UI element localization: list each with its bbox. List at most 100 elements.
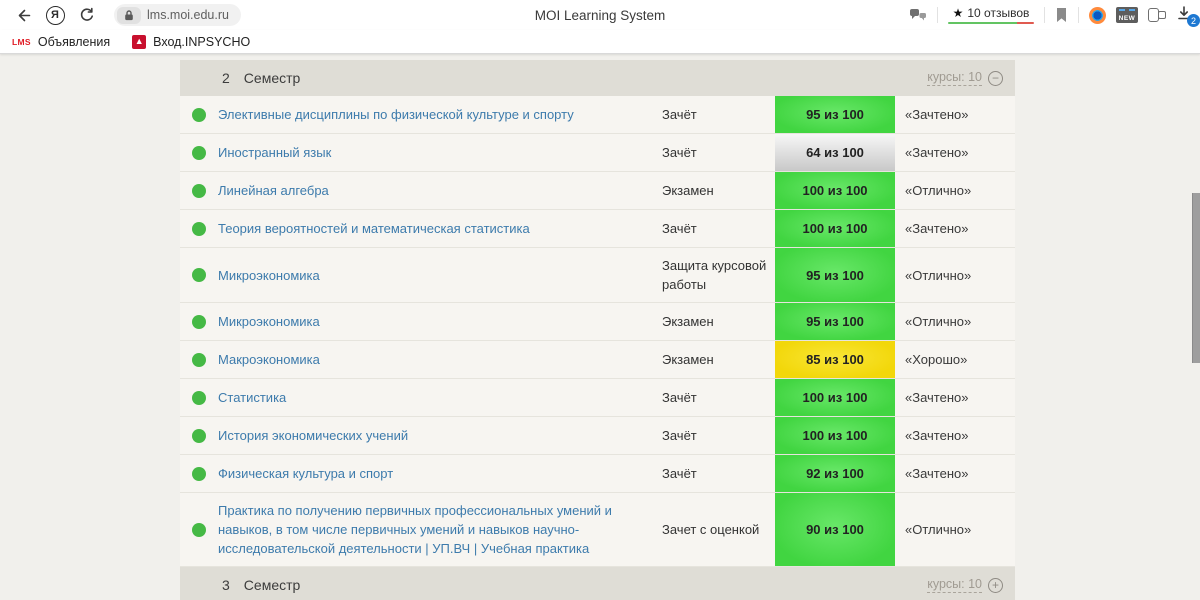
status-cell — [180, 96, 218, 133]
status-cell — [180, 417, 218, 454]
score-badge: 85 из 100 — [775, 341, 895, 378]
table-row: Макроэкономика Экзамен 85 из 100 «Хорошо… — [180, 341, 1015, 379]
table-row: История экономических учений Зачёт 100 и… — [180, 417, 1015, 455]
url-text: lms.moi.edu.ru — [147, 8, 229, 22]
course-link[interactable]: Линейная алгебра — [218, 181, 329, 200]
table-row: Физическая культура и спорт Зачёт 92 из … — [180, 455, 1015, 493]
divider — [1078, 7, 1079, 23]
bookmark-label: Объявления — [37, 34, 111, 49]
back-button[interactable] — [10, 2, 36, 28]
new-icon-dashes — [1119, 9, 1135, 11]
status-dot-icon — [192, 183, 206, 198]
new-icon-label: NEW — [1118, 15, 1136, 22]
lock-chip[interactable] — [117, 6, 141, 24]
status-dot-icon — [192, 221, 206, 236]
status-dot-icon — [192, 428, 206, 443]
course-link[interactable]: Элективные дисциплины по физической куль… — [218, 105, 574, 124]
status-cell — [180, 341, 218, 378]
extension-browser-icon[interactable] — [1089, 6, 1106, 24]
course-link[interactable]: История экономических учений — [218, 426, 408, 445]
status-dot-icon — [192, 107, 206, 122]
score-badge: 92 из 100 — [775, 455, 895, 492]
back-arrow-icon — [18, 9, 30, 21]
course-rows: Элективные дисциплины по физической куль… — [180, 96, 1015, 567]
grade-text: «Отлично» — [905, 183, 972, 198]
semester-label: Семестр — [243, 70, 301, 86]
status-dot-icon — [192, 522, 206, 537]
scrollbar-thumb[interactable] — [1192, 193, 1200, 363]
bookmark-flag-icon — [1057, 8, 1066, 22]
collapse-icon[interactable]: − — [988, 70, 1003, 86]
address-bar[interactable]: lms.moi.edu.ru — [114, 4, 241, 26]
assessment-type: Зачёт — [662, 145, 697, 160]
score-badge: 100 из 100 — [775, 417, 895, 454]
yandex-home-button[interactable]: Я — [42, 2, 68, 28]
course-cell: Микроэкономика — [218, 303, 662, 340]
status-dot-icon — [192, 466, 206, 481]
collections-icon[interactable] — [1148, 7, 1166, 23]
refresh-button[interactable] — [74, 2, 100, 28]
reviews-button[interactable]: ★ 10 отзывов — [948, 6, 1034, 25]
rating-bar — [948, 21, 1034, 25]
grade-text: «Зачтено» — [905, 390, 969, 405]
grade-text: «Зачтено» — [905, 466, 969, 481]
download-count-badge: 2 — [1187, 14, 1200, 27]
course-link[interactable]: Иностранный язык — [218, 143, 331, 162]
semester-number: 3 — [222, 577, 230, 593]
grade-text: «Зачтено» — [905, 221, 969, 236]
protect-button[interactable] — [909, 7, 927, 23]
course-cell: Макроэкономика — [218, 341, 662, 378]
status-dot-icon — [192, 145, 206, 160]
status-cell — [180, 134, 218, 171]
downloads-button[interactable]: 2 — [1176, 5, 1200, 27]
course-link[interactable]: Микроэкономика — [218, 266, 320, 285]
course-link[interactable]: Микроэкономика — [218, 312, 320, 331]
grades-panel: 2 Семестр курсы: 10 − Элективные дисципл… — [180, 60, 1015, 600]
extension-new-icon[interactable]: NEW — [1116, 7, 1138, 23]
score-badge: 95 из 100 — [775, 248, 895, 302]
lock-icon — [125, 9, 133, 20]
assessment-type: Зачёт — [662, 221, 697, 236]
semester-3-header: 3 Семестр курсы: 10 + — [180, 567, 1015, 600]
score-badge: 100 из 100 — [775, 172, 895, 209]
grade-text: «Хорошо» — [905, 352, 968, 367]
course-link[interactable]: Макроэкономика — [218, 350, 320, 369]
table-row: Микроэкономика Экзамен 95 из 100 «Отличн… — [180, 303, 1015, 341]
courses-count-link[interactable]: курсы: 10 — [927, 577, 982, 593]
course-link[interactable]: Статистика — [218, 388, 286, 407]
status-cell — [180, 248, 218, 302]
status-dot-icon — [192, 390, 206, 405]
course-cell: Теория вероятностей и математическая ста… — [218, 210, 662, 247]
reviews-count: 10 отзывов — [967, 5, 1030, 20]
yandex-logo-icon: Я — [45, 5, 65, 25]
lms-favicon: LMS — [12, 36, 31, 47]
table-row: Иностранный язык Зачёт 64 из 100 «Зачтен… — [180, 134, 1015, 172]
course-cell: Линейная алгебра — [218, 172, 662, 209]
course-link[interactable]: Практика по получению первичных професси… — [218, 501, 652, 558]
assessment-type: Зачёт — [662, 466, 697, 481]
table-row: Линейная алгебра Экзамен 100 из 100 «Отл… — [180, 172, 1015, 210]
bookmark-announcements[interactable]: LMS Объявления — [12, 35, 110, 49]
grade-text: «Зачтено» — [905, 107, 969, 122]
assessment-type: Экзамен — [662, 183, 714, 198]
courses-count-link[interactable]: курсы: 10 — [927, 70, 982, 86]
scrollbar[interactable] — [1192, 54, 1200, 600]
score-badge: 95 из 100 — [775, 96, 895, 133]
bookmark-page-button[interactable] — [1055, 7, 1068, 23]
course-cell: Иностранный язык — [218, 134, 662, 171]
score-badge: 64 из 100 — [775, 134, 895, 171]
bookmark-inpsycho[interactable]: ▲ Вход.INPSYCHO — [132, 34, 250, 49]
semester-number: 2 — [222, 70, 230, 86]
table-row: Практика по получению первичных професси… — [180, 493, 1015, 567]
course-cell: Физическая культура и спорт — [218, 455, 662, 492]
divider — [1044, 7, 1045, 23]
course-link[interactable]: Физическая культура и спорт — [218, 464, 393, 483]
grade-text: «Зачтено» — [905, 145, 969, 160]
semester-label: Семестр — [243, 577, 301, 593]
table-row: Статистика Зачёт 100 из 100 «Зачтено» — [180, 379, 1015, 417]
course-cell: Микроэкономика — [218, 248, 662, 302]
status-cell — [180, 493, 218, 566]
course-link[interactable]: Теория вероятностей и математическая ста… — [218, 219, 530, 238]
course-cell: Элективные дисциплины по физической куль… — [218, 96, 662, 133]
expand-icon[interactable]: + — [988, 577, 1003, 593]
